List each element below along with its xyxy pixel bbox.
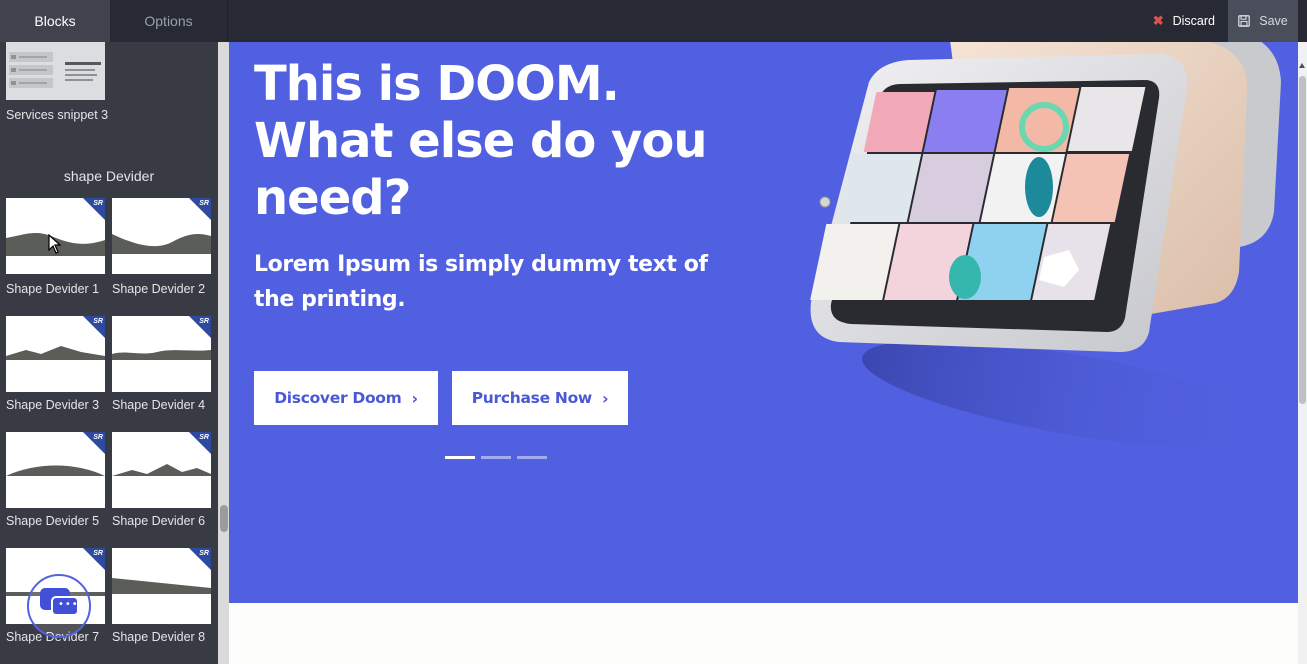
chevron-right-icon: ›	[411, 388, 419, 408]
shape-devider-3-label: Shape Devider 3	[6, 398, 100, 412]
services-snippet-label: Services snippet 3	[6, 108, 109, 122]
blocks-sidebar: Services snippet 3 shape Devider SR SR S…	[0, 42, 218, 664]
slider-dot-3[interactable]	[517, 456, 547, 459]
top-bar: Blocks Options ✖ Discard Save	[0, 0, 1307, 42]
shape-devider-5-label: Shape Devider 5	[6, 514, 100, 528]
tab-options[interactable]: Options	[110, 0, 228, 42]
discover-doom-button[interactable]: Discover Doom ›	[254, 371, 438, 425]
hero-title: This is DOOM. What else do you need?	[254, 56, 707, 226]
shape-devider-5-thumbnail[interactable]: SR	[6, 432, 105, 508]
scroll-up-arrow-icon[interactable]	[1299, 63, 1305, 68]
discard-button[interactable]: ✖ Discard	[1153, 0, 1215, 42]
purchase-now-button[interactable]: Purchase Now ›	[452, 371, 628, 425]
floppy-disk-icon	[1238, 15, 1251, 27]
save-button[interactable]: Save	[1228, 0, 1298, 42]
shape-devider-2-label: Shape Devider 2	[112, 282, 206, 296]
mouse-cursor-icon	[48, 234, 62, 254]
chat-widget-button[interactable]: •••	[27, 574, 91, 638]
section-title: shape Devider	[63, 168, 155, 184]
shape-devider-8-label: Shape Devider 8	[112, 630, 206, 644]
hero-subtitle: Lorem Ipsum is simply dummy text of the …	[254, 252, 708, 312]
slider-dot-1[interactable]	[445, 456, 475, 459]
shape-devider-2-thumbnail[interactable]: SR	[112, 198, 211, 274]
slider-dot-2[interactable]	[481, 456, 511, 459]
save-label: Save	[1259, 14, 1288, 28]
sidebar-scrollbar-thumb[interactable]	[220, 505, 228, 532]
tablet-illustration	[810, 42, 1281, 448]
shape-devider-4-label: Shape Devider 4	[112, 398, 206, 412]
shape-devider-6-thumbnail[interactable]: SR	[112, 432, 211, 508]
close-icon: ✖	[1152, 13, 1164, 28]
shape-devider-1-label: Shape Devider 1	[6, 282, 100, 296]
purchase-now-label: Purchase Now	[471, 389, 593, 407]
discard-label: Discard	[1172, 14, 1215, 28]
services-snippet-thumbnail[interactable]	[6, 42, 105, 100]
hero-section: This is DOOM. What else do you need? Lor…	[229, 42, 1298, 603]
page-scrollbar-thumb[interactable]	[1299, 76, 1306, 404]
tab-blocks[interactable]: Blocks	[0, 0, 110, 42]
sidebar-scrollbar[interactable]	[218, 42, 229, 664]
shape-devider-6-label: Shape Devider 6	[112, 514, 206, 528]
shape-devider-4-thumbnail[interactable]: SR	[112, 316, 211, 392]
discover-doom-label: Discover Doom	[274, 389, 402, 407]
shape-devider-8-thumbnail[interactable]: SR	[112, 548, 211, 624]
shape-devider-3-thumbnail[interactable]: SR	[6, 316, 105, 392]
chevron-right-icon: ›	[601, 388, 609, 408]
